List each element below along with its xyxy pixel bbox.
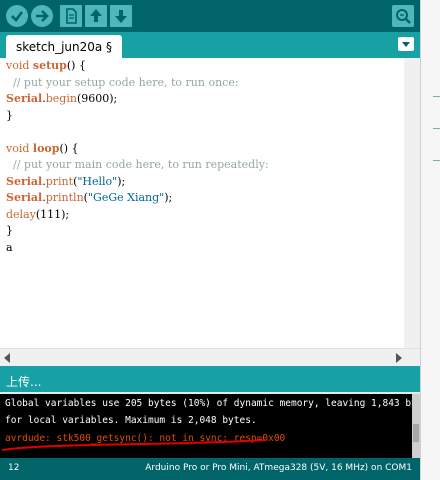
console-line: for local variables. Maximum is 2,048 by… <box>5 415 257 426</box>
status-bar: 上传... <box>0 366 420 394</box>
background-window-edge <box>420 0 440 480</box>
code-line: delay(111); <box>6 207 404 224</box>
code-line: } <box>6 224 13 237</box>
serial-monitor-button[interactable] <box>392 5 414 27</box>
toolbar <box>0 0 420 32</box>
code-token: ); <box>164 191 173 204</box>
code-token: println <box>45 191 84 204</box>
scroll-right-icon[interactable] <box>396 353 402 363</box>
code-line: // put your setup code here, to run once… <box>6 75 239 89</box>
code-token: () { <box>66 59 86 72</box>
code-text: void setup() { // put your setup code he… <box>6 58 404 256</box>
board-port-info: Arduino Pro or Pro Mini, ATmega328 (5V, … <box>145 463 412 473</box>
code-token: Serial <box>6 92 43 105</box>
background-mark <box>433 160 440 161</box>
code-line: Serial.println("GeGe Xiang"); <box>6 190 404 207</box>
verify-icon <box>11 11 24 22</box>
code-token: void <box>6 59 30 72</box>
code-token: "GeGe Xiang" <box>87 191 165 204</box>
code-editor[interactable]: void setup() { // put your setup code he… <box>0 58 420 348</box>
code-token: void <box>6 141 30 155</box>
save-icon <box>115 10 127 23</box>
red-annotation-underline <box>1 439 267 451</box>
status-text: 上传... <box>6 375 42 389</box>
code-line: } <box>6 108 13 122</box>
editor-horizontal-scrollbar[interactable] <box>0 348 420 366</box>
open-icon <box>90 9 102 22</box>
footer-bar: 12 Arduino Pro or Pro Mini, ATmega328 (5… <box>0 458 420 480</box>
code-token: () { <box>59 141 79 155</box>
tab-bar: sketch_jun20a § <box>0 32 420 58</box>
new-button[interactable] <box>60 5 82 27</box>
code-token: (111); <box>35 207 70 221</box>
code-line: void loop() { <box>6 141 404 158</box>
code-token: begin <box>45 92 77 105</box>
code-token: delay <box>6 207 36 221</box>
code-token: Serial <box>6 174 43 188</box>
tab-sketch[interactable]: sketch_jun20a § <box>6 35 123 58</box>
code-token: loop <box>32 141 60 155</box>
upload-icon <box>36 10 49 22</box>
code-token: Serial <box>6 191 43 204</box>
open-button[interactable] <box>85 5 107 27</box>
save-button[interactable] <box>110 5 132 27</box>
editor-vertical-scrollbar[interactable] <box>404 58 420 348</box>
console-scroll-thumb[interactable] <box>413 424 419 442</box>
code-token: ); <box>117 174 126 188</box>
code-line: a <box>6 240 13 254</box>
code-line: // put your main code here, to run repea… <box>6 158 269 171</box>
serial-monitor-icon <box>396 9 411 24</box>
upload-button[interactable] <box>31 5 53 27</box>
tab-menu-button[interactable] <box>398 37 414 51</box>
code-line: Serial.print("Hello"); <box>6 174 404 191</box>
code-token: print <box>45 174 74 188</box>
background-mark <box>433 128 440 129</box>
arduino-ide-window: sketch_jun20a § void setup() { // put yo… <box>0 0 434 480</box>
verify-button[interactable] <box>6 5 28 27</box>
code-line: void setup() { <box>6 58 404 75</box>
code-token: "Hello" <box>77 174 118 188</box>
code-token: setup <box>32 59 67 72</box>
console-scrollbar[interactable] <box>412 394 420 458</box>
new-icon <box>66 8 77 24</box>
code-line: Serial.begin(9600); <box>6 91 404 108</box>
scroll-left-icon[interactable] <box>4 353 10 363</box>
line-number: 12 <box>8 463 20 473</box>
background-mark <box>433 96 440 97</box>
console-line: Global variables use 205 bytes (10%) of … <box>5 398 434 409</box>
code-token: (9600); <box>76 92 118 105</box>
